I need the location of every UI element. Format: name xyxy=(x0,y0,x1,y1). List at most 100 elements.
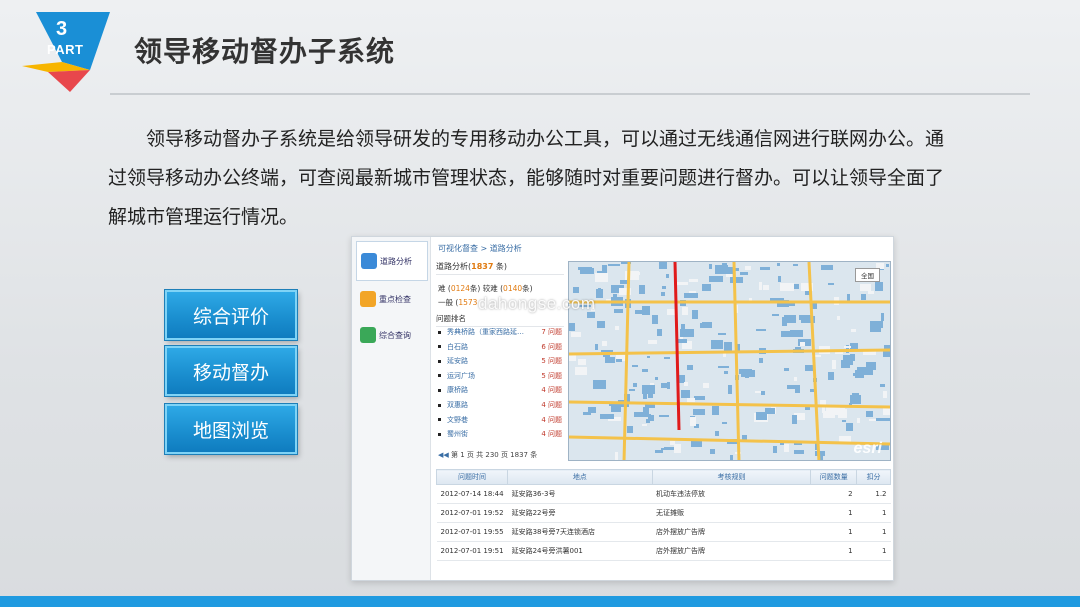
ranking-count: 4 问题 xyxy=(541,401,562,409)
map-block xyxy=(603,355,610,357)
map-block xyxy=(745,266,751,270)
watermark: dahongse.com xyxy=(478,294,596,313)
map-block xyxy=(740,272,748,275)
nav-query[interactable]: 综合查询 xyxy=(356,315,428,355)
map-block xyxy=(843,355,855,361)
map-block xyxy=(639,285,645,294)
col-rule[interactable]: 考核规则 xyxy=(651,469,812,485)
map-block xyxy=(661,448,673,450)
map-block xyxy=(677,282,688,285)
map-view[interactable]: 全国 esri xyxy=(568,261,891,461)
level-label: 难 xyxy=(438,284,446,293)
table-cell: 2012-07-01 19:55 xyxy=(436,522,508,542)
bullet-icon xyxy=(438,432,441,436)
bullet-icon xyxy=(438,359,441,363)
map-block xyxy=(702,284,711,291)
map-block xyxy=(608,264,620,266)
col-time[interactable]: 问题时间 xyxy=(435,469,509,485)
level-row: 一般 (1573 xyxy=(438,298,478,307)
level-unit: 条) xyxy=(469,284,481,293)
table-row[interactable]: 2012-07-01 19:52 延安路22号旁 无证摊贩 1 1 xyxy=(436,503,891,523)
map-block xyxy=(661,383,670,388)
map-block xyxy=(837,316,840,320)
ranking-road: 蜀州街 xyxy=(447,430,468,439)
map-block xyxy=(866,411,873,417)
evaluation-button[interactable]: 综合评价 xyxy=(165,290,297,340)
ranking-road: 文野巷 xyxy=(447,415,468,424)
map-block xyxy=(793,264,798,266)
ranking-item[interactable]: 康桥路 4 问题 xyxy=(438,383,562,397)
col-deduct[interactable]: 扣分 xyxy=(856,469,891,485)
map-block xyxy=(646,419,650,423)
map-block xyxy=(600,414,614,419)
ranking-item[interactable]: 白石路 6 问题 xyxy=(438,340,562,354)
level-label: 一般 xyxy=(438,298,453,307)
table-cell: 1 xyxy=(856,503,891,523)
map-browse-button[interactable]: 地图浏览 xyxy=(165,404,297,454)
ranking-item[interactable]: 双惠路 4 问题 xyxy=(438,398,562,412)
map-block xyxy=(787,385,798,389)
table-row[interactable]: 2012-07-14 18:44 延安路36-3号 机动车违法停放 2 1.2 xyxy=(436,484,891,504)
nav-road-analysis[interactable]: 道路分析 xyxy=(356,241,428,281)
map-block xyxy=(715,431,719,436)
map-block xyxy=(765,408,775,414)
pager[interactable]: ◀◀ 第 1 页 共 230 页 1837 条 xyxy=(438,450,537,460)
ranking-item[interactable]: 秀典桥路（重家西路延… 7 问题 xyxy=(438,325,562,339)
table-cell: 2012-07-01 19:51 xyxy=(436,541,508,561)
ranking-count: 4 问题 xyxy=(541,386,562,395)
level-unit: 条) xyxy=(522,284,533,293)
map-block xyxy=(821,265,833,270)
mobile-supervision-button[interactable]: 移动督办 xyxy=(165,346,297,396)
map-block xyxy=(684,293,698,298)
map-block xyxy=(614,309,623,313)
summary-label: 道路分析( xyxy=(436,262,472,271)
col-count[interactable]: 问题数量 xyxy=(810,469,858,485)
chart-icon xyxy=(361,253,377,269)
map-full-button[interactable]: 全国 xyxy=(855,268,880,282)
table-cell: 1 xyxy=(856,522,891,542)
map-block xyxy=(580,268,594,274)
map-block xyxy=(694,396,705,400)
ranking-item[interactable]: 文野巷 4 问题 xyxy=(438,413,562,427)
table-cell: 延安路38号旁7天连锁酒店 xyxy=(507,522,653,542)
bullet-icon xyxy=(438,403,441,407)
map-block xyxy=(742,435,747,440)
map-block xyxy=(709,264,712,269)
map-block xyxy=(615,326,619,330)
map-block xyxy=(857,418,860,423)
bullet-icon xyxy=(438,388,441,392)
map-block xyxy=(598,288,601,295)
map-block xyxy=(792,415,797,424)
map-block xyxy=(712,406,719,415)
app-sidebar: 道路分析 重点检查 综合查询 xyxy=(352,237,431,580)
badge-label: PART xyxy=(47,42,84,57)
ranking-count: 4 问题 xyxy=(541,415,562,424)
ranking-item[interactable]: 延安路 5 问题 xyxy=(438,354,562,368)
map-block xyxy=(648,389,653,398)
ranking-item[interactable]: 运河广场 5 问题 xyxy=(438,369,562,383)
table-cell: 1.2 xyxy=(856,484,891,504)
map-block xyxy=(648,340,657,344)
map-block xyxy=(666,274,669,278)
table-cell: 店外摆放广告牌 xyxy=(652,522,811,542)
table-row[interactable]: 2012-07-01 19:55 延安路38号旁7天连锁酒店 店外摆放广告牌 1 1 xyxy=(436,522,891,542)
map-block xyxy=(741,370,755,377)
ranking-count: 7 问题 xyxy=(541,328,562,336)
table-row[interactable]: 2012-07-01 19:51 延安路24号旁洪薯001 店外摆放广告牌 1 1 xyxy=(436,541,891,561)
nav-key-inspection[interactable]: 重点检查 xyxy=(356,279,428,319)
esri-logo: esri xyxy=(853,440,882,457)
map-block xyxy=(693,409,705,415)
map-block xyxy=(575,367,587,375)
table-cell: 延安路24号旁洪薯001 xyxy=(507,541,653,561)
map-block xyxy=(613,409,620,411)
map-block xyxy=(632,365,638,367)
map-block xyxy=(780,283,794,291)
table-cell: 1 xyxy=(810,541,857,561)
map-block xyxy=(578,359,586,365)
map-block xyxy=(850,395,861,404)
col-location[interactable]: 地点 xyxy=(507,469,653,485)
summary-unit: 条) xyxy=(493,262,508,271)
pager-prev-icon[interactable]: ◀◀ xyxy=(438,451,449,459)
ranking-item[interactable]: 蜀州街 4 问题 xyxy=(438,427,562,441)
map-block xyxy=(616,359,622,362)
